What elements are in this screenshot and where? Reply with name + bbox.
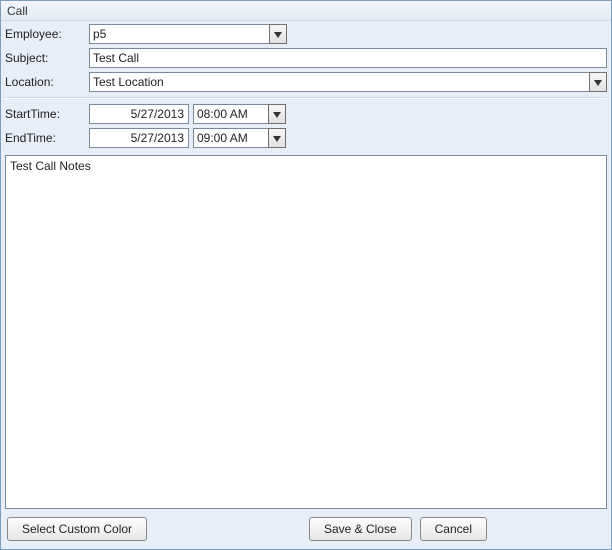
divider bbox=[5, 97, 607, 99]
subject-label: Subject: bbox=[5, 51, 85, 65]
end-date-input[interactable] bbox=[89, 128, 189, 148]
call-dialog: Call Employee: Subject: Location: bbox=[0, 0, 612, 550]
employee-label: Employee: bbox=[5, 27, 85, 41]
start-time-input[interactable] bbox=[193, 104, 268, 124]
location-input[interactable] bbox=[89, 72, 589, 92]
notes-textarea[interactable] bbox=[6, 156, 606, 508]
notes-container bbox=[5, 155, 607, 509]
location-label: Location: bbox=[5, 75, 85, 89]
start-date-input[interactable] bbox=[89, 104, 189, 124]
employee-input[interactable] bbox=[89, 24, 269, 44]
start-time-dropdown-button[interactable] bbox=[268, 104, 286, 124]
employee-row: Employee: bbox=[5, 23, 607, 45]
subject-row: Subject: bbox=[5, 47, 607, 69]
start-row: StartTime: bbox=[5, 103, 607, 125]
chevron-down-icon bbox=[594, 75, 602, 89]
window-title: Call bbox=[1, 1, 611, 21]
button-bar: Select Custom Color Save & Close Cancel bbox=[1, 511, 611, 549]
employee-dropdown-button[interactable] bbox=[269, 24, 287, 44]
location-dropdown-button[interactable] bbox=[589, 72, 607, 92]
window-title-text: Call bbox=[7, 4, 28, 18]
end-row: EndTime: bbox=[5, 127, 607, 149]
start-label: StartTime: bbox=[5, 107, 85, 121]
chevron-down-icon bbox=[273, 131, 281, 145]
end-time-input[interactable] bbox=[193, 128, 268, 148]
subject-input[interactable] bbox=[89, 48, 607, 68]
chevron-down-icon bbox=[274, 27, 282, 41]
employee-combo[interactable] bbox=[89, 24, 287, 44]
end-label: EndTime: bbox=[5, 131, 85, 145]
end-time-dropdown-button[interactable] bbox=[268, 128, 286, 148]
location-combo[interactable] bbox=[89, 72, 607, 92]
end-time-combo[interactable] bbox=[193, 128, 286, 148]
cancel-button[interactable]: Cancel bbox=[420, 517, 487, 541]
chevron-down-icon bbox=[273, 107, 281, 121]
select-custom-color-button[interactable]: Select Custom Color bbox=[7, 517, 147, 541]
save-and-close-button[interactable]: Save & Close bbox=[309, 517, 412, 541]
start-time-combo[interactable] bbox=[193, 104, 286, 124]
location-row: Location: bbox=[5, 71, 607, 93]
form-area: Employee: Subject: Location: Sta bbox=[1, 21, 611, 153]
